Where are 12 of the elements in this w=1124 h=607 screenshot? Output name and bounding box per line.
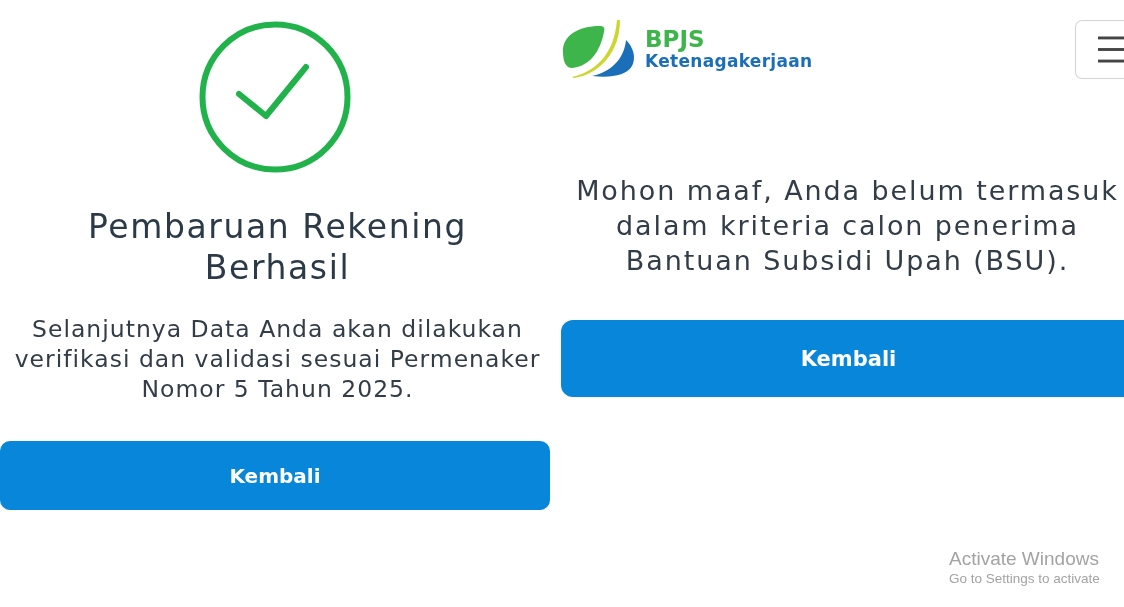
eligibility-message: Mohon maaf, Anda belum termasuk dalam kriteria calon penerima Bantuan Subsidi Upah (BSU). — [575, 174, 1120, 278]
menu-button[interactable] — [1075, 20, 1124, 79]
back-button[interactable]: Kembali — [561, 320, 1124, 397]
menu-icon — [1098, 36, 1124, 63]
check-circle-icon — [199, 21, 351, 173]
activation-notice-title: Activate Windows — [949, 548, 1100, 570]
success-message: Selanjutnya Data Anda akan dilakukan verifikasi dan validasi sesuai Permenaker Nomor 5 Tahun 2025. — [14, 314, 541, 404]
logo-subtitle: Ketenagakerjaan — [645, 51, 813, 71]
back-button[interactable]: Kembali — [0, 441, 550, 510]
success-title: Pembaruan Rekening Berhasil — [87, 206, 468, 288]
activation-notice-text: Go to Settings to activate — [949, 570, 1100, 588]
logo-title: BPJS — [645, 27, 706, 51]
